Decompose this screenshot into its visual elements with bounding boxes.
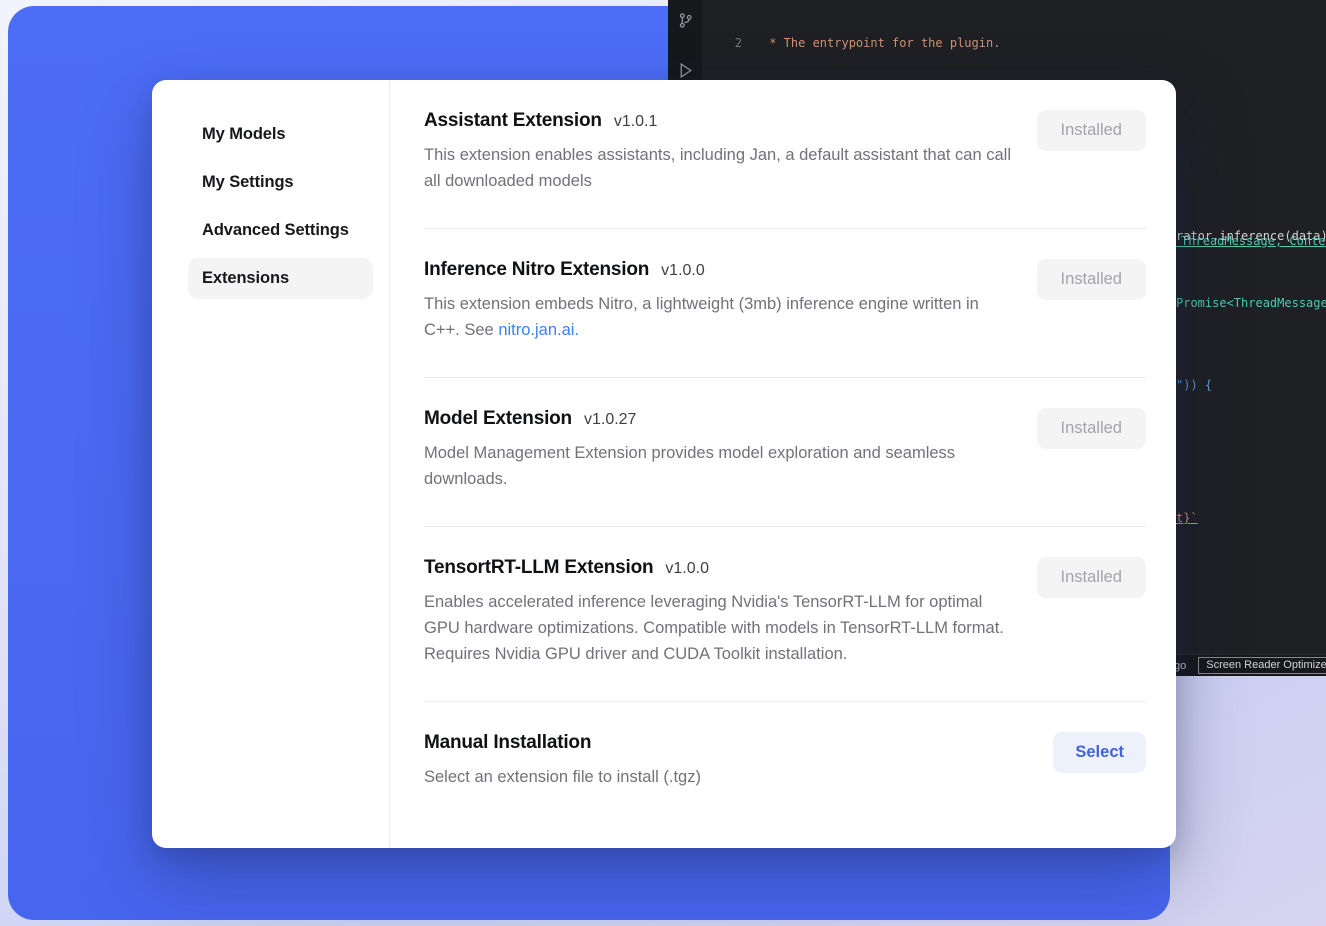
extension-entry-assistant: Assistant Extension v1.0.1 This extensio… [424,84,1146,229]
select-button[interactable]: Select [1053,732,1146,773]
code-line: 2 * The entrypoint for the plugin. [702,35,1326,52]
installed-button[interactable]: Installed [1037,110,1146,151]
extension-name: Assistant Extension [424,110,602,132]
extension-name: Manual Installation [424,732,591,754]
page: { "colors": { "panel_blue": "#4a6af5", "… [0,0,1326,926]
extension-name: Inference Nitro Extension [424,259,649,281]
extension-description: Model Management Extension provides mode… [424,440,1013,492]
extension-description: This extension embeds Nitro, a lightweig… [424,291,1013,343]
nitro-jan-ai-link[interactable]: nitro.jan.ai. [498,321,579,339]
extension-entry-nitro: Inference Nitro Extension v1.0.0 This ex… [424,229,1146,378]
extension-version: v1.0.0 [661,262,705,280]
extension-entry-manual-installation: Manual Installation Select an extension … [424,702,1146,824]
extension-entry-model: Model Extension v1.0.27 Model Management… [424,378,1146,527]
settings-sidebar: My Models My Settings Advanced Settings … [152,80,390,848]
settings-modal: My Models My Settings Advanced Settings … [152,80,1176,848]
extension-name: Model Extension [424,408,572,430]
extension-description: Enables accelerated inference leveraging… [424,589,1013,667]
extension-description: Select an extension file to install (.tg… [424,764,1020,790]
code-fragment: ")) { [1176,378,1212,392]
sidebar-item-my-settings[interactable]: My Settings [188,162,373,203]
line-number: 2 [702,35,742,52]
installed-button[interactable]: Installed [1037,259,1146,300]
sidebar-item-my-models[interactable]: My Models [188,114,373,155]
code-fragment: Promise<ThreadMessage> [1176,296,1326,310]
installed-button[interactable]: Installed [1037,408,1146,449]
extension-entry-tensorrt: TensortRT-LLM Extension v1.0.0 Enables a… [424,527,1146,702]
installed-button[interactable]: Installed [1037,557,1146,598]
extensions-list: Assistant Extension v1.0.1 This extensio… [390,80,1176,848]
code-fragment: rator.inference(data)); [1176,229,1326,243]
screen-reader-badge[interactable]: Screen Reader Optimized [1198,657,1326,674]
extension-version: v1.0.27 [584,411,636,429]
extension-description: This extension enables assistants, inclu… [424,142,1013,194]
source-control-icon[interactable] [677,12,694,34]
extension-name: TensortRT-LLM Extension [424,557,653,579]
sidebar-item-advanced-settings[interactable]: Advanced Settings [188,210,373,251]
extension-version: v1.0.1 [614,113,658,131]
extension-version: v1.0.0 [665,560,709,578]
sidebar-item-extensions[interactable]: Extensions [188,258,373,299]
code-text: * The entrypoint for the plugin. [762,36,1000,50]
code-fragment: t}` [1176,511,1198,525]
